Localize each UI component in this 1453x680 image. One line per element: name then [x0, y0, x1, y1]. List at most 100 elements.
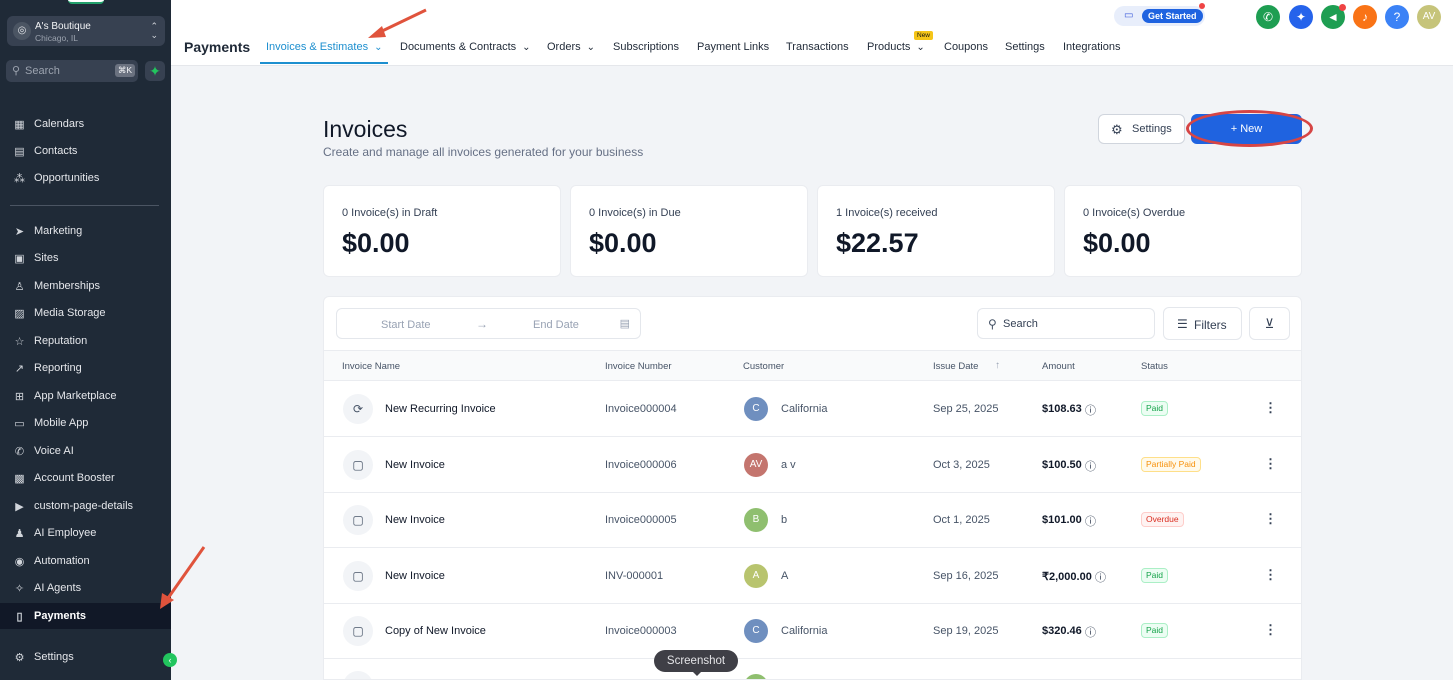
summary-card-label: 0 Invoice(s) Overdue: [1083, 207, 1186, 219]
sidebar-divider: [10, 205, 159, 206]
chevron-down-icon: ⌄: [522, 42, 531, 53]
recurring-icon: ⟳: [343, 394, 373, 424]
column-header[interactable]: Amount: [1042, 361, 1075, 372]
sidebar-item-payments[interactable]: ▯ Payments: [0, 603, 171, 629]
sidebar-item-calendars[interactable]: ▦ Calendars: [0, 111, 171, 137]
avatar[interactable]: AV: [1417, 5, 1441, 29]
invoice-name[interactable]: New Recurring Invoice: [385, 403, 496, 415]
info-icon[interactable]: ⓘ: [1085, 513, 1096, 529]
download-button[interactable]: ⊻: [1249, 307, 1290, 340]
bell-icon[interactable]: ♪: [1353, 5, 1377, 29]
sidebar-item-conversations[interactable]: [33, 92, 113, 98]
table-row[interactable]: [324, 658, 1301, 679]
magic-icon[interactable]: ✦: [1289, 5, 1313, 29]
search-input[interactable]: [1003, 315, 1143, 333]
column-header[interactable]: Invoice Number: [605, 361, 672, 372]
settings-button[interactable]: ⚙ Settings: [1098, 114, 1185, 144]
more-options-icon[interactable]: ⋮: [1264, 456, 1277, 472]
invoice-name[interactable]: New Invoice: [385, 514, 445, 526]
info-icon[interactable]: ⓘ: [1085, 458, 1096, 474]
issue-date: Sep 19, 2025: [933, 625, 999, 637]
issue-date: Oct 3, 2025: [933, 459, 990, 471]
collapse-sidebar-button[interactable]: ‹: [163, 653, 177, 667]
invoice-name[interactable]: Copy of New Invoice: [385, 625, 486, 637]
column-header[interactable]: Issue Date: [933, 361, 978, 372]
trend-icon: ↗: [14, 362, 25, 375]
sidebar-item-opportunities[interactable]: ⁂ Opportunities: [0, 165, 171, 191]
customer-name: California: [781, 625, 828, 637]
membership-icon: ♙: [14, 280, 25, 293]
sidebar-item-memberships[interactable]: ♙ Memberships: [0, 273, 171, 299]
date-range-picker[interactable]: Start Date → End Date ▤: [336, 308, 641, 339]
receipt-icon: ▯: [16, 610, 23, 623]
page-subtitle: Create and manage all invoices generated…: [323, 145, 644, 159]
sidebar-item-settings[interactable]: ⚙ Settings: [0, 644, 171, 670]
sidebar-item-mobile-app[interactable]: ▭ Mobile App: [0, 410, 171, 436]
more-options-icon[interactable]: ⋮: [1264, 567, 1277, 583]
tab-coupons[interactable]: Coupons: [944, 41, 988, 53]
column-header[interactable]: Status: [1141, 361, 1168, 372]
tab-subscriptions[interactable]: Subscriptions: [613, 41, 679, 53]
tab-products[interactable]: Products ⌄: [867, 41, 925, 53]
customer-avatar: A: [744, 564, 768, 588]
sidebar-item-ai-employee[interactable]: ♟ AI Employee: [0, 520, 171, 546]
column-header[interactable]: Customer: [743, 361, 784, 372]
status-badge: Paid: [1141, 623, 1169, 638]
sidebar-item-sites[interactable]: ▣ Sites: [0, 245, 171, 271]
invoice-name[interactable]: New Invoice: [385, 459, 445, 471]
end-date: End Date: [533, 319, 579, 331]
tab-integrations[interactable]: Integrations: [1063, 41, 1120, 53]
filter-icon: ☰: [1177, 317, 1188, 331]
phone-icon[interactable]: ✆: [1256, 5, 1280, 29]
quick-add-button[interactable]: ✦: [145, 61, 165, 81]
tab-payment-links[interactable]: Payment Links: [697, 41, 769, 53]
summary-card-value: $0.00: [1083, 228, 1151, 258]
filters-button[interactable]: ☰ Filters: [1163, 307, 1242, 340]
account-switcher[interactable]: ◎ A's Boutique Chicago, IL ⌃ ⌄: [7, 16, 165, 46]
invoice-icon: ▢: [343, 561, 373, 591]
sidebar-item-media-storage[interactable]: ▨ Media Storage: [0, 300, 171, 326]
info-icon[interactable]: ⓘ: [1085, 402, 1096, 418]
tab-label: Subscriptions: [613, 41, 680, 53]
sort-arrow-icon[interactable]: ↑: [995, 360, 1000, 371]
get-started-button[interactable]: ▭ Get Started: [1114, 3, 1205, 26]
column-header[interactable]: Invoice Name: [342, 361, 400, 372]
table-row[interactable]: ▢ Copy of New Invoice Invoice000003 C Califo…: [324, 603, 1301, 659]
info-icon[interactable]: ⓘ: [1095, 569, 1106, 585]
sidebar-item-marketing[interactable]: ➤ Marketing: [0, 218, 171, 244]
more-options-icon[interactable]: ⋮: [1264, 511, 1277, 527]
summary-card-value: $0.00: [589, 228, 657, 258]
sidebar-item-ai-agents[interactable]: ✧ AI Agents: [0, 575, 171, 601]
more-options-icon[interactable]: ⋮: [1264, 622, 1277, 638]
sidebar-item-automation[interactable]: ◉ Automation: [0, 548, 171, 574]
summary-card: 0 Invoice(s) Overdue $0.00: [1064, 185, 1302, 277]
table-search[interactable]: ⚲: [977, 308, 1155, 339]
tab-transactions[interactable]: Transactions: [786, 41, 849, 53]
sidebar-item-app-marketplace[interactable]: ⊞ App Marketplace: [0, 383, 171, 409]
table-row[interactable]: ▢ New Invoice INV-000001 A A Sep 16, 2025 ₹2,0…: [324, 548, 1301, 604]
megaphone-icon[interactable]: ◄: [1321, 4, 1346, 29]
sidebar-item-custom-page-details[interactable]: ▶ custom-page-details: [0, 493, 171, 519]
more-options-icon[interactable]: ⋮: [1264, 400, 1277, 416]
invoice-name[interactable]: New Invoice: [385, 570, 445, 582]
customer-avatar: AV: [744, 453, 768, 477]
sidebar-search-placeholder: Search: [25, 65, 60, 77]
table-row[interactable]: ⟳ New Recurring Invoice Invoice000004 C Cali…: [324, 381, 1301, 437]
sidebar-item-account-booster[interactable]: ▩ Account Booster: [0, 465, 171, 491]
tab-orders[interactable]: Orders ⌄: [547, 41, 595, 53]
sidebar-search[interactable]: ⚲ Search ⌘K: [6, 60, 138, 82]
help-icon[interactable]: ?: [1385, 5, 1409, 29]
search-icon: ⚲: [12, 65, 21, 77]
table-row[interactable]: ▢ New Invoice Invoice000006 AV a v Oct 3, 202…: [324, 437, 1301, 493]
table-row[interactable]: ▢ New Invoice Invoice000005 Bb Oct 1, 2025 $1…: [324, 492, 1301, 548]
summary-card-label: 0 Invoice(s) in Draft: [342, 207, 438, 219]
calendar-icon: ▦: [14, 118, 25, 131]
sidebar-item-reputation[interactable]: ☆ Reputation: [0, 328, 171, 354]
info-icon[interactable]: ⓘ: [1085, 624, 1096, 640]
tooltip-pointer: [692, 671, 702, 676]
sidebar-item-voice-ai[interactable]: ✆ Voice AI: [0, 438, 171, 464]
sidebar-item-reporting[interactable]: ↗ Reporting: [0, 355, 171, 381]
customer-name: A: [781, 570, 789, 582]
tab-settings[interactable]: Settings: [1005, 41, 1045, 53]
sidebar-item-contacts[interactable]: ▤ Contacts: [0, 138, 171, 164]
